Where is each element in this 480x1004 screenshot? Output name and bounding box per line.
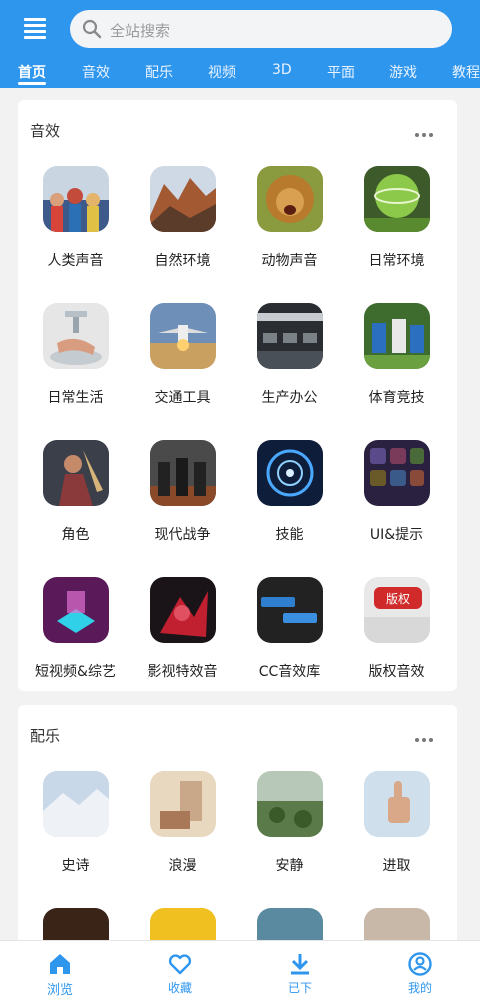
office-thumbnail xyxy=(256,303,323,369)
daily-environment-thumbnail xyxy=(363,166,430,232)
category-sports[interactable]: 体育竞技 xyxy=(343,303,450,407)
category-label: 自然环境 xyxy=(154,253,211,269)
category-label: 版权音效 xyxy=(368,664,425,680)
transport-thumbnail xyxy=(149,303,216,369)
category-modern-war[interactable]: 现代战争 xyxy=(129,440,236,544)
modern-war-thumbnail xyxy=(149,440,216,506)
more-icon[interactable] xyxy=(415,122,439,137)
tab-games[interactable]: 游戏 xyxy=(389,62,417,82)
category-label: 动物声音 xyxy=(261,253,318,269)
category-office[interactable]: 生产办公 xyxy=(236,303,343,407)
category-ui-prompt[interactable]: UI&提示 xyxy=(343,440,450,544)
tab-sound-effects[interactable]: 音效 xyxy=(82,62,110,82)
category-animal[interactable]: 动物声音 xyxy=(236,166,343,270)
human-voice-thumbnail xyxy=(42,166,109,232)
category-film-effects[interactable]: 影视特效音 xyxy=(129,577,236,681)
category-label: 体育竞技 xyxy=(368,390,425,406)
category-label: 史诗 xyxy=(61,858,90,874)
tab-3d[interactable]: 3D xyxy=(272,62,292,78)
section-title: 音效 xyxy=(30,122,61,140)
daily-life-thumbnail xyxy=(42,303,109,369)
svg-text:版权: 版权 xyxy=(385,592,409,606)
active-tab-indicator xyxy=(18,82,46,85)
nav-browse[interactable]: 浏览 xyxy=(0,941,120,998)
animal-thumbnail xyxy=(256,166,323,232)
film-effects-thumbnail xyxy=(149,577,216,643)
category-epic[interactable]: 史诗 xyxy=(22,771,129,875)
more-icon[interactable] xyxy=(415,727,439,742)
category-progressive[interactable]: 进取 xyxy=(343,771,450,875)
copyright-sfx-thumbnail: 版权 xyxy=(363,577,430,643)
tab-graphic[interactable]: 平面 xyxy=(327,62,355,82)
skills-thumbnail xyxy=(256,440,323,506)
nav-label: 我的 xyxy=(407,981,432,995)
category-label: 生产办公 xyxy=(261,390,318,406)
short-video-thumbnail xyxy=(42,577,109,643)
category-label: 进取 xyxy=(382,858,411,874)
tab-video[interactable]: 视频 xyxy=(208,62,236,82)
category-label: 交通工具 xyxy=(154,390,211,406)
bottom-navigation: 浏览 收藏 已下 我的 xyxy=(0,940,480,1004)
quiet-thumbnail xyxy=(256,771,323,837)
category-label: 人类声音 xyxy=(47,253,104,269)
sports-thumbnail xyxy=(363,303,430,369)
progressive-thumbnail xyxy=(363,771,430,837)
tab-home[interactable]: 首页 xyxy=(18,62,46,82)
category-label: 日常环境 xyxy=(368,253,425,269)
category-copyright-sfx[interactable]: 版权 版权音效 xyxy=(343,577,450,681)
menu-icon[interactable] xyxy=(24,18,46,39)
category-cc-library[interactable]: CC音效库 xyxy=(236,577,343,681)
category-short-video[interactable]: 短视频&综艺 xyxy=(22,577,129,681)
category-skills[interactable]: 技能 xyxy=(236,440,343,544)
cc-library-thumbnail xyxy=(256,577,323,643)
section-sound-effects: 音效 人类声音 自然环境 动物声音 日常环境 日常生活 交通工具 生产办公 体育… xyxy=(18,100,457,691)
section-title: 配乐 xyxy=(30,727,61,745)
tab-music[interactable]: 配乐 xyxy=(145,62,173,82)
category-daily-life[interactable]: 日常生活 xyxy=(22,303,129,407)
category-label: 浪漫 xyxy=(168,858,197,874)
user-icon xyxy=(408,952,432,976)
category-daily-environment[interactable]: 日常环境 xyxy=(343,166,450,270)
category-label: 影视特效音 xyxy=(147,664,218,680)
search-bar[interactable]: 全站搜索 xyxy=(70,10,452,48)
tab-tutorial[interactable]: 教程 xyxy=(452,62,480,82)
epic-thumbnail xyxy=(42,771,109,837)
category-tabs: 首页 音效 配乐 视频 3D 平面 游戏 教程 xyxy=(0,58,480,88)
category-quiet[interactable]: 安静 xyxy=(236,771,343,875)
category-label: 技能 xyxy=(275,527,304,543)
category-label: 角色 xyxy=(61,527,90,543)
nav-downloaded[interactable]: 已下 xyxy=(240,941,360,996)
app-header: 全站搜索 首页 音效 配乐 视频 3D 平面 游戏 教程 xyxy=(0,0,480,88)
category-nature[interactable]: 自然环境 xyxy=(129,166,236,270)
ui-prompt-thumbnail xyxy=(363,440,430,506)
romantic-thumbnail xyxy=(149,771,216,837)
character-thumbnail xyxy=(42,440,109,506)
search-placeholder: 全站搜索 xyxy=(110,22,171,40)
category-romantic[interactable]: 浪漫 xyxy=(129,771,236,875)
category-label: 日常生活 xyxy=(47,390,104,406)
nav-profile[interactable]: 我的 xyxy=(360,941,480,996)
search-icon xyxy=(82,19,102,39)
download-icon xyxy=(291,954,309,975)
nav-label: 收藏 xyxy=(167,981,192,995)
nav-label: 已下 xyxy=(287,981,312,995)
nav-favorites[interactable]: 收藏 xyxy=(120,941,240,996)
category-label: 现代战争 xyxy=(154,527,211,543)
nav-label: 浏览 xyxy=(46,983,73,998)
category-transport[interactable]: 交通工具 xyxy=(129,303,236,407)
nature-thumbnail xyxy=(149,166,216,232)
home-icon xyxy=(50,954,70,974)
category-human-voice[interactable]: 人类声音 xyxy=(22,166,129,270)
category-label: 短视频&综艺 xyxy=(35,664,116,680)
category-character[interactable]: 角色 xyxy=(22,440,129,544)
heart-icon xyxy=(168,954,192,975)
category-label: 安静 xyxy=(275,858,304,874)
category-label: CC音效库 xyxy=(258,664,321,680)
category-label: UI&提示 xyxy=(369,527,424,543)
